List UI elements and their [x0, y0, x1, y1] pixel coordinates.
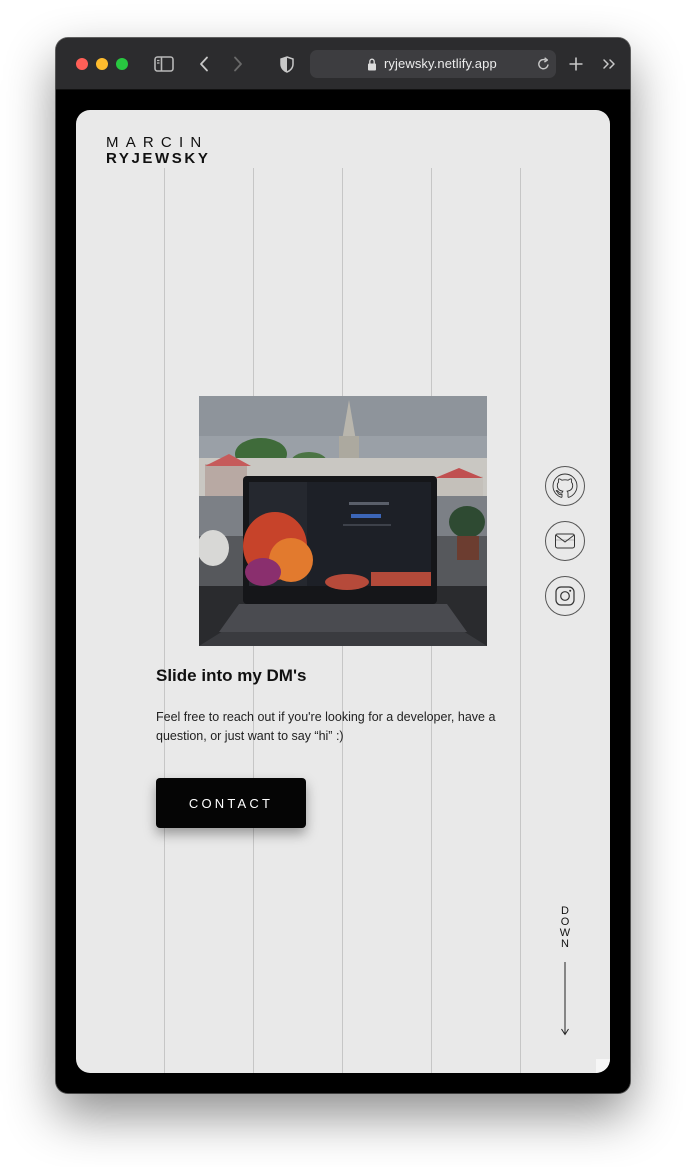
logo-last-name: RYJEWSKY: [106, 150, 211, 167]
browser-viewport: MARCIN RYJEWSKY Slide into my DM's Feel …: [56, 90, 630, 1093]
sidebar-icon[interactable]: [153, 52, 175, 76]
forward-icon[interactable]: [230, 52, 246, 76]
scroll-down-indicator[interactable]: D O W N: [554, 906, 576, 1038]
zoom-window-button[interactable]: [116, 58, 128, 70]
hero-description: Feel free to reach out if you're looking…: [156, 710, 496, 743]
grid-line: [520, 168, 521, 1073]
shield-icon[interactable]: [278, 52, 296, 76]
arrow-down-icon: [561, 962, 569, 1036]
new-tab-icon[interactable]: [567, 52, 585, 76]
github-icon[interactable]: [545, 466, 585, 506]
logo-first-name: MARCIN: [106, 134, 209, 151]
mail-icon[interactable]: [545, 521, 585, 561]
down-letter: N: [561, 938, 569, 950]
lock-icon: [366, 56, 378, 72]
scrollbar-corner: [596, 1059, 610, 1073]
more-tabs-icon[interactable]: [601, 52, 617, 76]
back-icon[interactable]: [196, 52, 212, 76]
grid-line: [164, 168, 165, 1073]
browser-window: ryjewsky.netlify.app MARCIN RYJEWSKY Sli…: [56, 38, 630, 1093]
address-bar[interactable]: ryjewsky.netlify.app: [310, 50, 556, 78]
close-window-button[interactable]: [76, 58, 88, 70]
contact-button[interactable]: CONTACT: [156, 778, 306, 828]
site-logo[interactable]: MARCIN RYJEWSKY: [106, 134, 210, 167]
hero-headline: Slide into my DM's: [156, 666, 307, 685]
reload-icon[interactable]: [536, 56, 550, 72]
url-text: ryjewsky.netlify.app: [384, 56, 497, 71]
laptop-on-desk-photo: [199, 396, 487, 646]
web-page: MARCIN RYJEWSKY Slide into my DM's Feel …: [76, 110, 610, 1073]
minimize-window-button[interactable]: [96, 58, 108, 70]
instagram-icon[interactable]: [545, 576, 585, 616]
browser-toolbar: ryjewsky.netlify.app: [56, 38, 630, 90]
